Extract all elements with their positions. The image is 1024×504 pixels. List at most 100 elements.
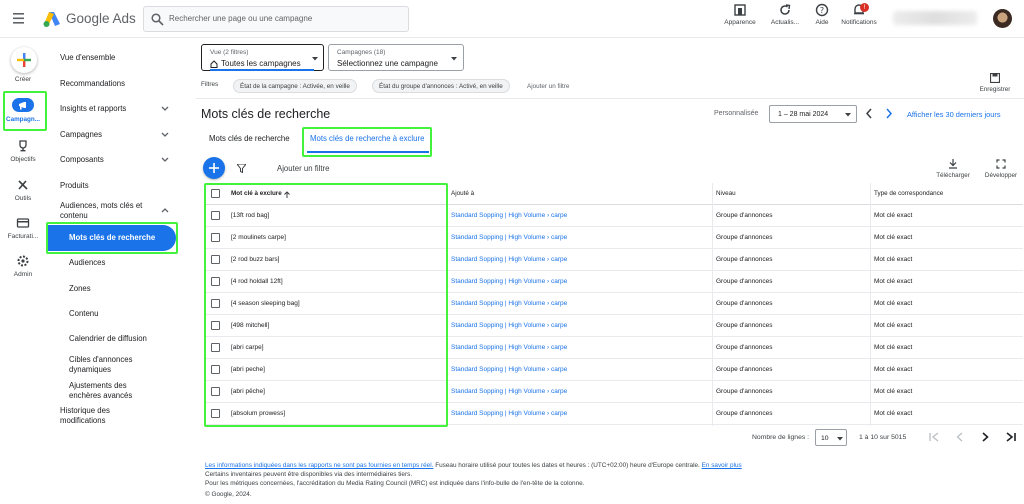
added-to-cell[interactable]: Standard Sopping | High Volume › carpe	[451, 410, 567, 417]
nav-advanced-bid-adjustments[interactable]: Ajustements des enchères avancés	[69, 381, 155, 401]
learn-more-link[interactable]: En savoir plus	[702, 462, 742, 469]
campaigns-dropdown[interactable]: Campagnes (18) Sélectionnez une campagne	[328, 44, 464, 71]
date-range-value: 1 – 28 mai 2024	[778, 111, 829, 118]
last-30-days-link[interactable]: Afficher les 30 derniers jours	[907, 110, 1001, 119]
dropdown-arrow-icon	[451, 57, 457, 61]
search-input[interactable]: Rechercher une page ou une campagne	[143, 6, 409, 32]
added-to-cell[interactable]: Standard Sopping | High Volume › carpe	[451, 234, 567, 241]
col-level[interactable]: Niveau	[716, 190, 736, 197]
rail-item-goals[interactable]: Objectifs	[0, 139, 46, 163]
added-to-cell[interactable]: Standard Sopping | High Volume › carpe	[451, 388, 567, 395]
create-button[interactable]	[11, 47, 37, 73]
added-to-cell[interactable]: Standard Sopping | High Volume › carpe	[451, 300, 567, 307]
nav-assets[interactable]: Composants	[60, 155, 104, 164]
last-page-icon[interactable]	[1005, 432, 1016, 442]
level-cell: Groupe d'annonces	[716, 322, 773, 329]
added-to-cell[interactable]: Standard Sopping | High Volume › carpe	[451, 344, 567, 351]
timezone-text: Fuseau horaire utilisé pour toutes les d…	[433, 462, 702, 469]
filters-label: Filtres	[201, 81, 219, 88]
refresh-icon	[780, 4, 791, 15]
view-value: Toutes les campagnes	[221, 59, 301, 68]
added-to-cell[interactable]: Standard Sopping | High Volume › carpe	[451, 366, 567, 373]
appearance-button[interactable]: Apparence	[718, 3, 762, 26]
help-button[interactable]: ? Aide	[808, 3, 836, 26]
nav-dynamic-ad-targets[interactable]: Cibles d'annonces dynamiques	[69, 355, 149, 375]
nav-audiences[interactable]: Audiences	[69, 258, 105, 267]
save-icon	[990, 73, 1000, 83]
match-type-cell: Mot clé exact	[874, 212, 913, 219]
match-type-cell: Mot clé exact	[874, 410, 913, 417]
col-added-to[interactable]: Ajouté à	[451, 190, 474, 197]
added-to-cell[interactable]: Standard Sopping | High Volume › carpe	[451, 256, 567, 263]
footer-copyright: © Google, 2024.	[205, 491, 252, 498]
download-label: Télécharger	[936, 172, 970, 179]
account-info[interactable]	[893, 11, 977, 25]
realtime-info-link[interactable]: Les informations indiquées dans les rapp…	[205, 462, 433, 469]
highlight-campaigns	[3, 91, 47, 131]
rail-item-billing[interactable]: Facturati...	[0, 216, 46, 240]
nav-change-history[interactable]: Historique des modifications	[60, 406, 140, 426]
nav-recommendations[interactable]: Recommandations	[60, 79, 125, 88]
notifications-button[interactable]: Notifications !	[836, 3, 882, 26]
highlight-keyword-column	[204, 183, 448, 427]
filter-icon[interactable]	[237, 164, 246, 173]
avatar[interactable]	[993, 9, 1012, 28]
added-to-cell[interactable]: Standard Sopping | High Volume › carpe	[451, 322, 567, 329]
svg-text:?: ?	[820, 6, 824, 15]
toolbar-add-filter[interactable]: Ajouter un filtre	[277, 164, 329, 173]
nav-campaigns[interactable]: Campagnes	[60, 130, 102, 139]
level-cell: Groupe d'annonces	[716, 366, 773, 373]
chevron-left-icon[interactable]	[864, 108, 874, 119]
save-button[interactable]: Enregistrer	[975, 73, 1015, 93]
rail-admin-label: Admin	[13, 271, 33, 278]
prev-page-icon[interactable]	[955, 432, 964, 442]
google-ads-logo[interactable]	[42, 10, 62, 28]
chevron-right-icon[interactable]	[884, 108, 894, 119]
rail-item-tools[interactable]: Outils	[0, 178, 46, 202]
view-dropdown[interactable]: Vue (2 filtres) Toutes les campagnes	[201, 44, 324, 71]
col-match-type[interactable]: Type de correspondance	[874, 190, 943, 197]
match-type-cell: Mot clé exact	[874, 256, 913, 263]
added-to-cell[interactable]: Standard Sopping | High Volume › carpe	[451, 278, 567, 285]
divider	[196, 98, 1024, 99]
date-range-picker[interactable]: 1 – 28 mai 2024	[769, 105, 857, 123]
chevron-up-icon	[161, 208, 169, 213]
campaigns-label: Campagnes (18)	[337, 49, 386, 56]
next-page-icon[interactable]	[981, 432, 990, 442]
rail-tools-label: Outils	[14, 195, 32, 202]
filter-chip-campaign-status[interactable]: État de la campagne : Activée, en veille	[233, 79, 357, 93]
level-cell: Groupe d'annonces	[716, 278, 773, 285]
nav-ad-schedule[interactable]: Calendrier de diffusion	[69, 334, 147, 343]
appearance-label: Apparence	[724, 19, 756, 26]
filter-chip-adgroup-status[interactable]: État du groupe d'annonces : Activé, en v…	[372, 79, 510, 93]
download-button[interactable]: Télécharger	[931, 159, 975, 179]
rail-item-admin[interactable]: Admin	[0, 254, 46, 278]
expand-button[interactable]: Développer	[980, 159, 1022, 179]
nav-content[interactable]: Contenu	[69, 309, 98, 318]
refresh-button[interactable]: Actualis...	[765, 3, 805, 26]
nav-products[interactable]: Produits	[60, 181, 89, 190]
appearance-icon	[734, 4, 746, 16]
rows-per-page-select[interactable]: 10	[815, 429, 847, 446]
nav-overview[interactable]: Vue d'ensemble	[60, 53, 115, 62]
menu-icon[interactable]	[13, 12, 29, 26]
nav-locations[interactable]: Zones	[69, 284, 91, 293]
top-bar: Google Ads Rechercher une page ou une ca…	[0, 0, 1024, 38]
added-to-cell[interactable]: Standard Sopping | High Volume › carpe	[451, 212, 567, 219]
gear-icon	[17, 255, 29, 267]
add-button[interactable]	[203, 157, 225, 179]
campaigns-value: Sélectionnez une campagne	[337, 59, 438, 68]
add-filter-link[interactable]: Ajouter un filtre	[527, 83, 569, 90]
match-type-cell: Mot clé exact	[874, 234, 913, 241]
chevron-down-icon	[161, 132, 169, 137]
first-page-icon[interactable]	[929, 432, 940, 442]
match-type-cell: Mot clé exact	[874, 388, 913, 395]
nav-audiences-keywords-content[interactable]: Audiences, mots clés et contenu	[60, 201, 160, 218]
tab-search-keywords[interactable]: Mots clés de recherche	[209, 134, 290, 143]
plus-icon	[209, 163, 219, 173]
notification-badge: !	[860, 3, 869, 12]
highlight-nav-active	[46, 222, 178, 254]
nav-insights[interactable]: Insights et rapports	[60, 104, 126, 113]
save-label: Enregistrer	[979, 86, 1011, 93]
match-type-cell: Mot clé exact	[874, 344, 913, 351]
